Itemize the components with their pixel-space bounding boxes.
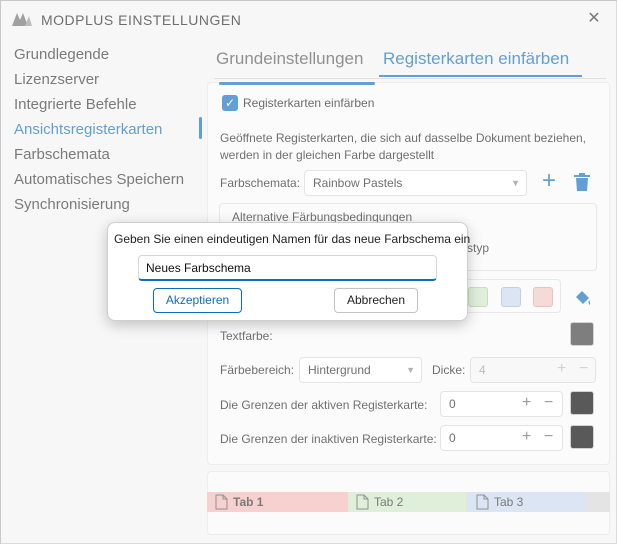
settings-window: MODPLUS EINSTELLUNGEN ✕ Grundlegende Liz…: [0, 0, 617, 544]
scheme-name-input[interactable]: [138, 255, 437, 281]
cancel-button[interactable]: Abbrechen: [334, 288, 418, 313]
dialog-prompt: Geben Sie einen eindeutigen Namen für da…: [114, 232, 471, 246]
accept-button[interactable]: Akzeptieren: [153, 288, 242, 313]
